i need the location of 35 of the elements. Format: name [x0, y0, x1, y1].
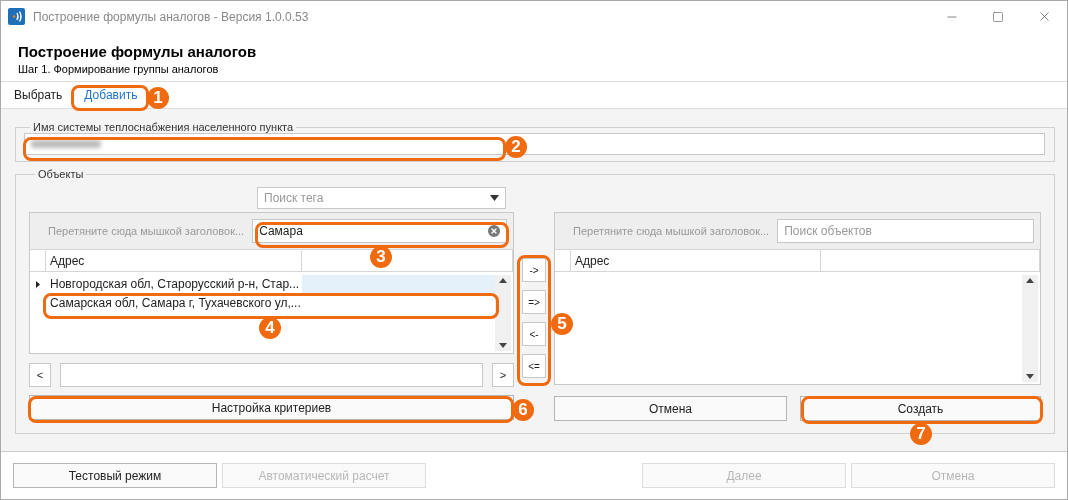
page-title: Построение формулы аналогов: [18, 43, 258, 60]
group-by-hint: Перетяните сюда мышкой заголовок...: [48, 225, 245, 237]
footer-button[interactable]: Тестовый режим: [13, 463, 217, 488]
app-icon: [8, 8, 25, 25]
scrollbar[interactable]: [1022, 275, 1038, 382]
next-button[interactable]: >: [492, 363, 514, 387]
group-by-hint: Перетяните сюда мышкой заголовок...: [573, 225, 770, 237]
scroll-up-icon[interactable]: [499, 278, 507, 283]
table-cell[interactable]: Новгородская обл, Старорусский р-н, Стар...: [46, 275, 302, 294]
column-header[interactable]: Адрес: [46, 250, 302, 271]
system-name-field[interactable]: [24, 133, 1045, 155]
page-field[interactable]: [60, 363, 483, 387]
move-button[interactable]: <-: [522, 322, 546, 346]
cancel-button[interactable]: Отмена: [554, 396, 787, 421]
table-cell[interactable]: Самарская обл, Самара г, Тухачевского ул,...: [46, 294, 302, 313]
scrollbar[interactable]: [495, 275, 511, 351]
group-label: Объекты: [37, 168, 85, 180]
group-label: Имя системы теплоснабжения населенного пункта: [32, 121, 295, 133]
move-button[interactable]: <=: [522, 354, 546, 378]
scroll-up-icon[interactable]: [1026, 278, 1034, 283]
previous-button[interactable]: <: [29, 363, 51, 387]
scroll-down-icon[interactable]: [499, 343, 507, 348]
step-subtitle: Шаг 1. Формирование группы аналогов: [18, 63, 220, 75]
move-button[interactable]: =>: [522, 290, 546, 314]
window-title: Построение формулы аналогов - Версия 1.0.0.53: [33, 9, 310, 24]
caret-icon: [490, 195, 499, 201]
tab[interactable]: Добавить: [77, 84, 145, 106]
callout-number: 1: [147, 87, 169, 109]
tab[interactable]: Выбрать: [7, 84, 70, 106]
criteria-button[interactable]: Настройка критериев: [29, 395, 514, 420]
scroll-down-icon[interactable]: [1026, 374, 1034, 379]
maximize-icon[interactable]: [992, 10, 1004, 23]
search-field[interactable]: Самара: [252, 219, 507, 243]
move-button[interactable]: ->: [522, 258, 546, 282]
column-header[interactable]: Адрес: [571, 250, 821, 271]
